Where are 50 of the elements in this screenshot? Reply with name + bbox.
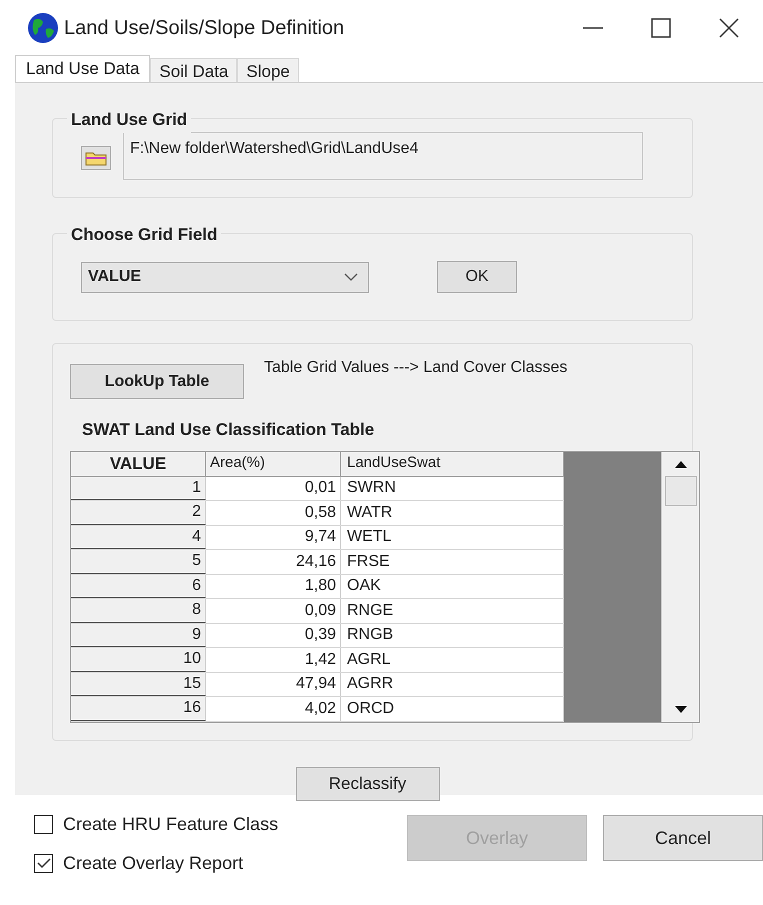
scroll-up-icon[interactable] [674,460,686,468]
table-cell: 0,01 [206,476,341,500]
table-cell: 1,42 [206,648,341,672]
table-cell: 4 [71,526,206,549]
globe-icon [26,10,60,44]
table-cell: 0,39 [206,624,341,647]
close-icon[interactable] [717,16,741,40]
tab[interactable]: Land Use Data [15,55,150,82]
lookup-description: Table Grid Values ---> Land Cover Classes [264,358,568,377]
check-icon [36,858,50,869]
maximize-icon[interactable] [649,16,673,40]
table-cell: 1,80 [206,574,341,598]
checkbox[interactable] [34,815,53,834]
table-cell: 5 [71,550,206,574]
lookup-table-button[interactable]: LookUp Table [70,364,244,399]
table-cell: 1 [71,476,206,500]
table-cell: 0,09 [206,599,341,622]
table-cell: 6 [71,574,206,598]
chevron-down-icon [344,273,358,281]
table-cell: 0,58 [206,501,341,524]
folder-icon [85,150,107,166]
path-field[interactable]: F:\New folder\Watershed\Grid\LandUse4 [123,132,643,180]
checkbox-label: Create HRU Feature Class [63,813,278,836]
reclassify-button[interactable]: Reclassify [296,767,440,801]
table-cell: 24,16 [206,550,341,574]
tab[interactable]: Soil Data [150,58,238,82]
column-header[interactable]: LandUseSwat [341,452,564,476]
table-cell: 15 [71,672,206,696]
table-cell: 8 [71,599,206,622]
checkbox[interactable] [34,854,53,873]
checkbox-label: Create Overlay Report [63,852,244,875]
table-cell: 9 [71,624,206,647]
tab[interactable]: Slope [237,58,299,82]
dialog-button[interactable]: Cancel [603,815,763,861]
window-title: Land Use/Soils/Slope Definition [64,16,344,40]
scroll-thumb[interactable] [664,476,696,506]
table-cell: 4,02 [206,697,341,720]
column-header[interactable]: Area(%) [206,452,341,476]
table-cell: 47,94 [206,672,341,696]
folder-button[interactable] [81,146,111,170]
table-cell: 9,74 [206,526,341,549]
table-cell: 2 [71,501,206,524]
table-title: SWAT Land Use Classification Table [82,419,376,441]
scroll-down-icon[interactable] [674,706,686,714]
scrollbar[interactable] [661,452,699,722]
table-cell: 10 [71,648,206,672]
column-header[interactable]: VALUE [71,452,206,476]
table-cell: 16 [71,697,206,720]
grid-field-dropdown[interactable]: VALUE [81,262,369,292]
ok-button[interactable]: OK [437,261,517,293]
